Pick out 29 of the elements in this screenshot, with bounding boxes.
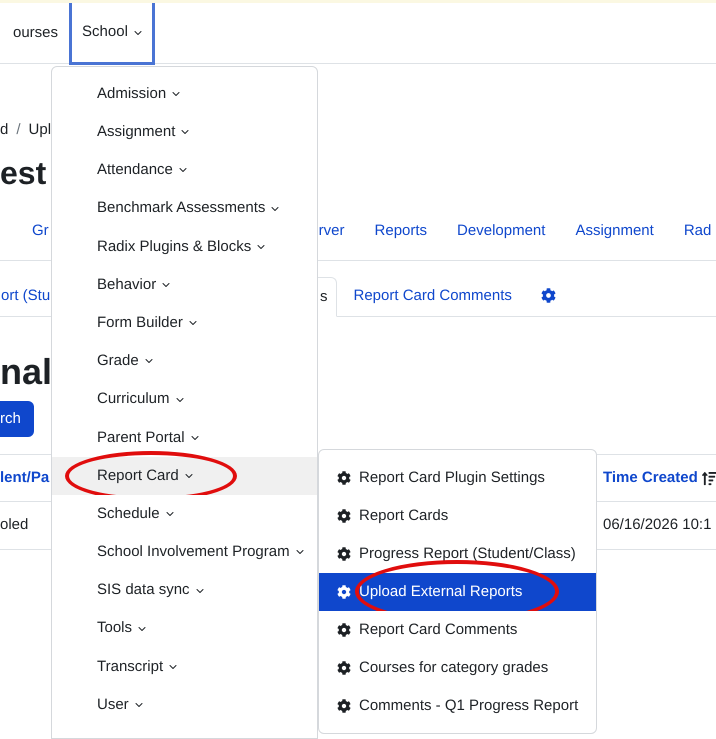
nav-link[interactable]: Reports: [374, 220, 428, 242]
menu-item[interactable]: Upload External Reports: [319, 573, 596, 611]
breadcrumb-link[interactable]: d: [0, 118, 8, 142]
gear-icon: [337, 509, 351, 523]
nav-link[interactable]: rver: [318, 220, 345, 242]
search-button[interactable]: rch: [0, 401, 34, 437]
nav-link[interactable]: ourses: [0, 3, 70, 63]
gear-icon: [337, 547, 351, 561]
gear-icon: [337, 661, 351, 675]
breadcrumb-link[interactable]: Upl: [28, 118, 52, 142]
nav-link[interactable]: Rad: [684, 220, 712, 242]
column-header[interactable]: Time Created: [603, 466, 698, 490]
nav-link[interactable]: Gr: [32, 220, 49, 242]
menu-item[interactable]: Report Card: [52, 456, 317, 496]
page-title: est: [0, 154, 46, 193]
gear-icon: [337, 699, 351, 713]
gear-icon: [337, 585, 351, 599]
sort-icon[interactable]: [702, 470, 716, 486]
table-cell-text: 06/16/2026 10:1: [603, 515, 712, 536]
settings-icon[interactable]: [540, 288, 556, 303]
breadcrumb-separator: /: [16, 120, 21, 140]
tab[interactable]: Report Card Comments: [336, 276, 529, 316]
table-cell-text: oled: [0, 515, 28, 536]
gear-icon: [337, 471, 351, 485]
column-header[interactable]: lent/Pa: [0, 466, 50, 490]
nav-link[interactable]: Development: [457, 220, 546, 242]
gear-icon: [337, 623, 351, 637]
section-title: nal: [0, 350, 52, 394]
nav-link[interactable]: Assignment: [575, 220, 654, 242]
